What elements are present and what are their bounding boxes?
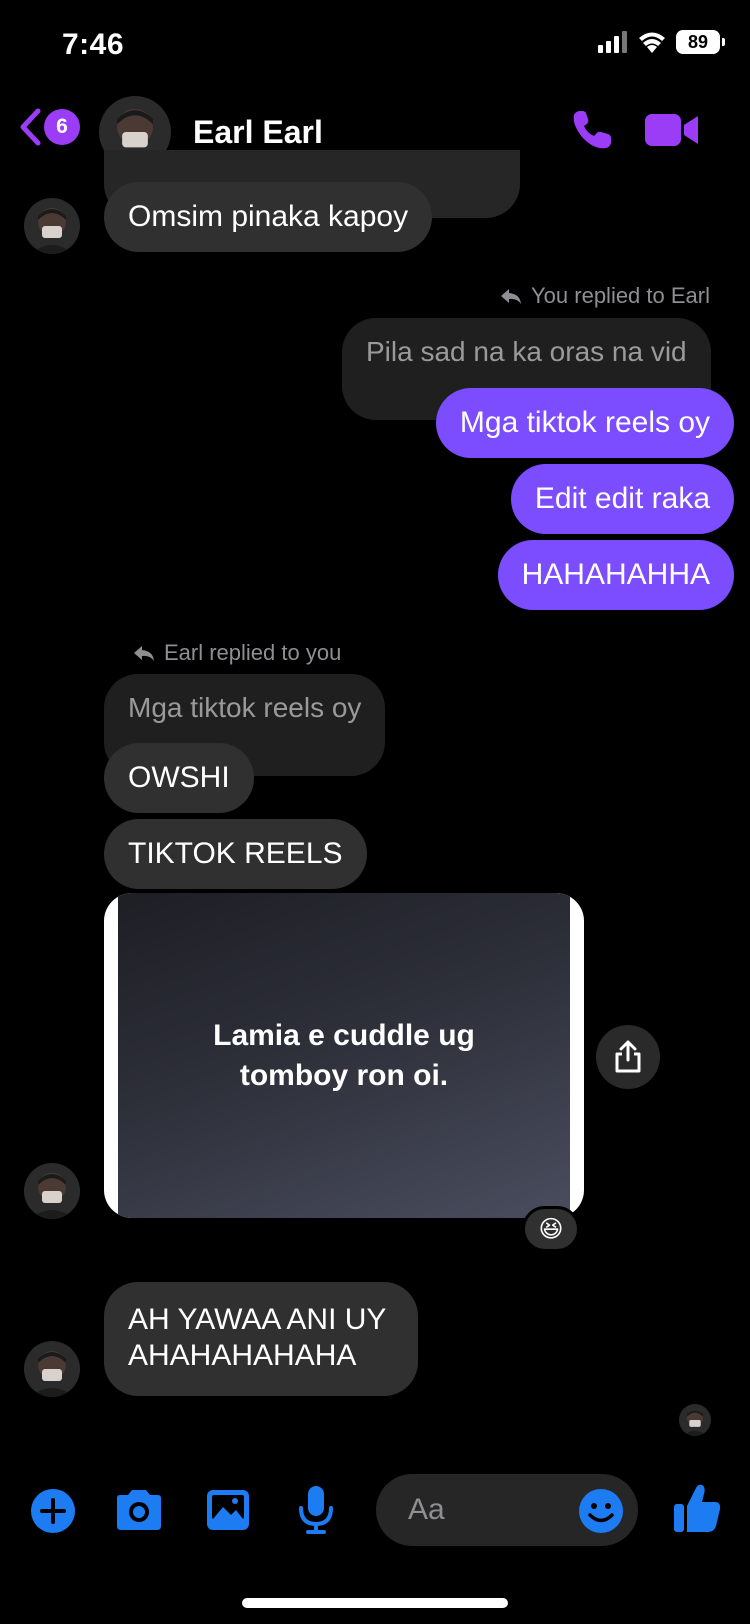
chevron-left-icon (20, 108, 41, 146)
message-input-placeholder: Aa (408, 1493, 445, 1526)
incoming-message[interactable]: AH YAWAA ANI UY AHAHAHAHAHA (104, 1282, 419, 1396)
incoming-message[interactable]: TIKTOK REELS (104, 819, 367, 889)
share-button[interactable] (596, 1025, 660, 1089)
video-camera-icon[interactable] (645, 112, 699, 148)
camera-icon[interactable] (113, 1488, 165, 1532)
smiley-icon[interactable] (578, 1488, 624, 1534)
message-input[interactable]: Aa (376, 1474, 638, 1546)
reply-arrow-icon (134, 646, 154, 661)
message-reaction[interactable]: 😆 (522, 1206, 580, 1252)
shared-reel-card[interactable]: Lamia e cuddle ug tomboy ron oi. (104, 893, 584, 1218)
plus-circle-icon[interactable] (30, 1488, 76, 1534)
wifi-icon (639, 32, 665, 53)
cellular-signal-icon (598, 31, 627, 53)
avatar[interactable] (24, 198, 80, 254)
home-indicator (242, 1598, 508, 1608)
outgoing-message[interactable]: Mga tiktok reels oy (435, 388, 734, 458)
status-icons: 89 (598, 30, 725, 54)
avatar[interactable] (24, 1341, 80, 1397)
thumbs-up-icon[interactable] (672, 1482, 722, 1534)
incoming-message[interactable]: OWSHI (104, 743, 254, 813)
image-icon[interactable] (205, 1488, 251, 1532)
share-icon (615, 1040, 641, 1073)
outgoing-message[interactable]: HAHAHAHHA (497, 540, 734, 610)
battery-indicator: 89 (676, 30, 725, 54)
composer-bar: Aa (0, 1470, 750, 1550)
read-receipt-avatar (679, 1404, 711, 1436)
microphone-icon[interactable] (297, 1484, 335, 1536)
reel-thumbnail[interactable]: Lamia e cuddle ug tomboy ron oi. (118, 893, 570, 1218)
back-button[interactable]: 6 (18, 108, 80, 146)
reply-label: Earl replied to you (132, 640, 341, 666)
incoming-message[interactable]: Omsim pinaka kapoy (104, 182, 433, 252)
contact-name[interactable]: Earl Earl (193, 114, 323, 151)
avatar[interactable] (24, 1163, 80, 1219)
reply-arrow-icon (501, 289, 522, 304)
status-time: 7:46 (62, 28, 125, 61)
reel-caption: Lamia e cuddle ug tomboy ron oi. (213, 1018, 475, 1092)
unread-badge: 6 (44, 109, 80, 145)
reply-label: You replied to Earl (499, 283, 710, 309)
outgoing-message[interactable]: Edit edit raka (510, 464, 734, 534)
phone-icon[interactable] (570, 108, 614, 152)
